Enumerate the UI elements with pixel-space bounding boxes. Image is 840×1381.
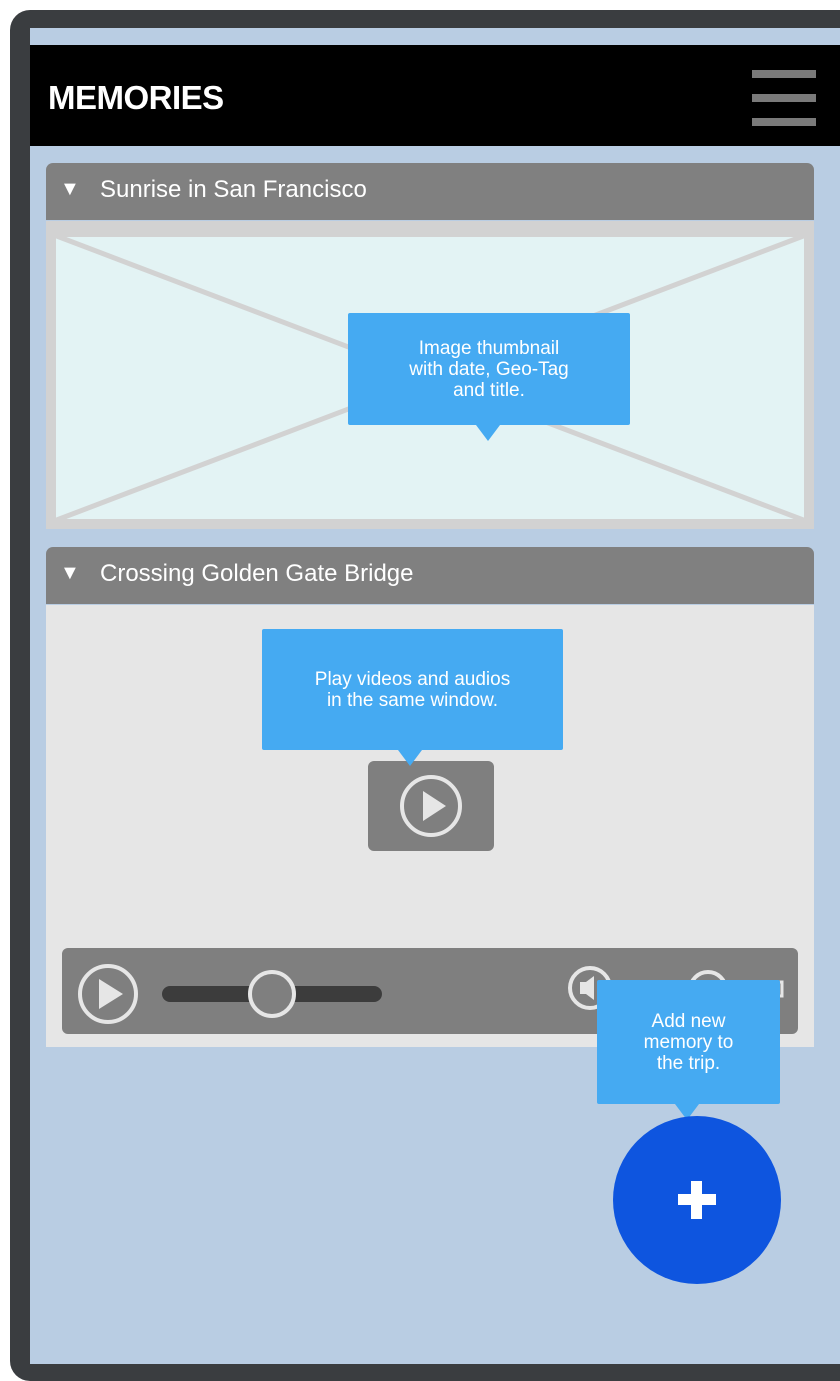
add-memory-button[interactable] <box>613 1116 781 1284</box>
plus-icon <box>678 1181 716 1219</box>
play-icon <box>400 775 462 837</box>
video-play-button[interactable] <box>368 761 494 851</box>
page-title: MEMORIES <box>48 79 224 116</box>
hamburger-icon[interactable] <box>752 70 816 126</box>
play-icon[interactable] <box>78 964 138 1024</box>
menu-line <box>752 118 816 126</box>
app-screen: MEMORIES ▼ Sunrise in San Francisco Imag… <box>30 28 840 1364</box>
add-annotation: Add new memory to the trip. <box>597 980 780 1104</box>
seek-slider[interactable] <box>162 970 382 1018</box>
app-header: MEMORIES <box>30 45 840 146</box>
collapse-triangle-icon[interactable]: ▼ <box>60 562 80 585</box>
annotation-pointer <box>398 750 422 766</box>
collapse-triangle-icon[interactable]: ▼ <box>60 178 80 201</box>
memory-header-sunrise[interactable]: ▼ Sunrise in San Francisco <box>46 163 814 220</box>
memory-title: Crossing Golden Gate Bridge <box>100 560 414 587</box>
memory-header-golden-gate[interactable]: ▼ Crossing Golden Gate Bridge <box>46 547 814 604</box>
thumbnail-annotation: Image thumbnail with date, Geo-Tag and t… <box>348 313 630 425</box>
player-annotation: Play videos and audios in the same windo… <box>262 629 563 750</box>
menu-line <box>752 70 816 78</box>
menu-line <box>752 94 816 102</box>
memory-title: Sunrise in San Francisco <box>100 176 367 203</box>
annotation-pointer <box>476 425 500 441</box>
